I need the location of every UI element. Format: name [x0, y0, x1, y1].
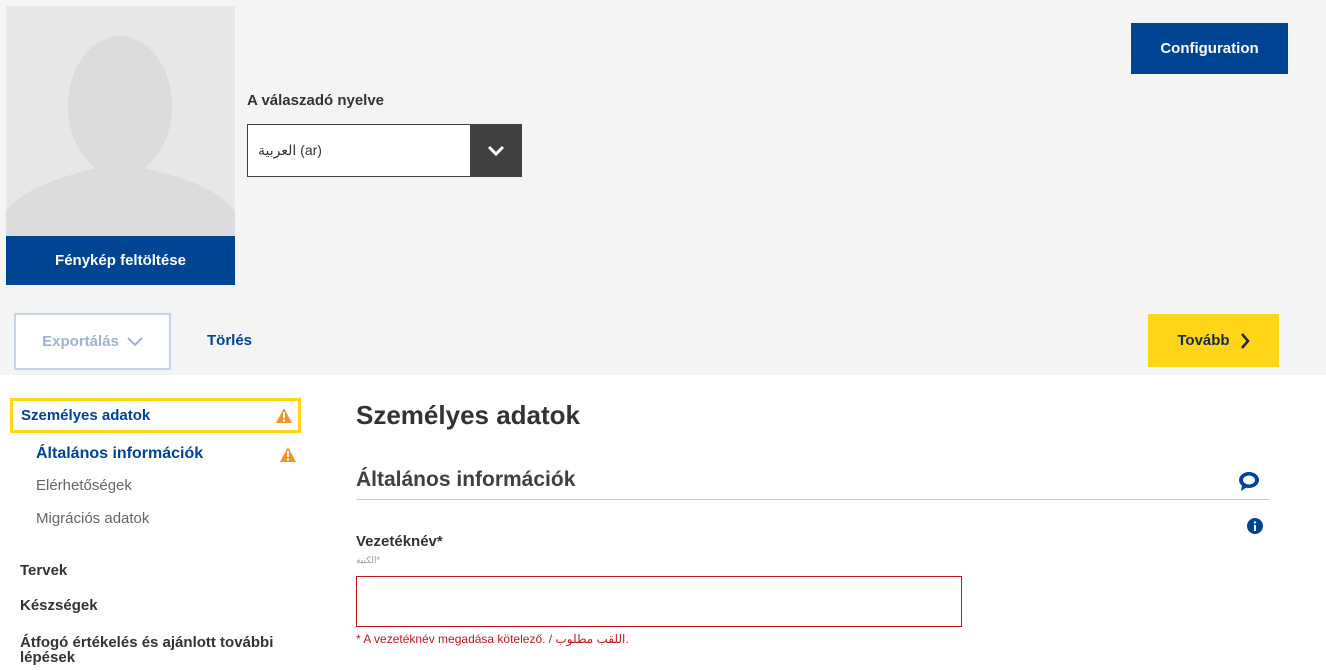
- sidebar-item-label: Általános információk: [36, 445, 204, 462]
- next-label: Tovább: [1177, 332, 1230, 349]
- page-title: Személyes adatok: [356, 400, 581, 430]
- next-button[interactable]: Tovább: [1148, 314, 1279, 367]
- warning-triangle-icon: [280, 446, 296, 462]
- language-select[interactable]: العربية (ar): [247, 124, 522, 177]
- chevron-right-icon: [1240, 332, 1250, 349]
- surname-input[interactable]: [356, 576, 962, 627]
- comment-bubble-icon[interactable]: [1238, 471, 1260, 491]
- sidebar-item-skills[interactable]: Készségek: [20, 597, 98, 614]
- profile-photo: [6, 6, 235, 236]
- delete-link[interactable]: Törlés: [207, 332, 252, 349]
- surname-error: * A vezetéknév megadása kötelező. / اللق…: [356, 632, 629, 646]
- language-dropdown-toggle[interactable]: [470, 125, 521, 176]
- sidebar-item-label: Személyes adatok: [21, 407, 151, 424]
- avatar-silhouette-icon: [6, 36, 235, 236]
- upload-photo-button[interactable]: Fénykép feltöltése: [6, 236, 235, 285]
- info-circle-icon[interactable]: [1247, 518, 1263, 534]
- chevron-down-icon: [127, 336, 143, 346]
- surname-sublabel: *الكنية: [356, 555, 380, 565]
- export-button[interactable]: Exportálás: [14, 313, 171, 370]
- section-title: Általános információk: [356, 468, 576, 491]
- surname-label: Vezetéknév*: [356, 533, 443, 550]
- export-label: Exportálás: [42, 333, 119, 350]
- sidebar-item-assessment[interactable]: Átfogó értékelés és ajánlott további lép…: [20, 635, 290, 665]
- warning-triangle-icon: [276, 408, 292, 423]
- language-label: A válaszadó nyelve: [247, 92, 385, 109]
- sidebar-item-contacts[interactable]: Elérhetőségek: [36, 477, 132, 494]
- configuration-button[interactable]: Configuration: [1131, 23, 1288, 74]
- language-selected-value: العربية (ar): [258, 142, 322, 158]
- sidebar-item-personal-data[interactable]: Személyes adatok: [10, 398, 301, 433]
- section-divider: [356, 499, 1269, 500]
- sidebar-item-plans[interactable]: Tervek: [20, 562, 67, 579]
- sidebar-item-general-info[interactable]: Általános információk: [36, 445, 296, 463]
- chevron-down-icon: [487, 145, 504, 156]
- sidebar-item-migration-data[interactable]: Migrációs adatok: [36, 510, 149, 527]
